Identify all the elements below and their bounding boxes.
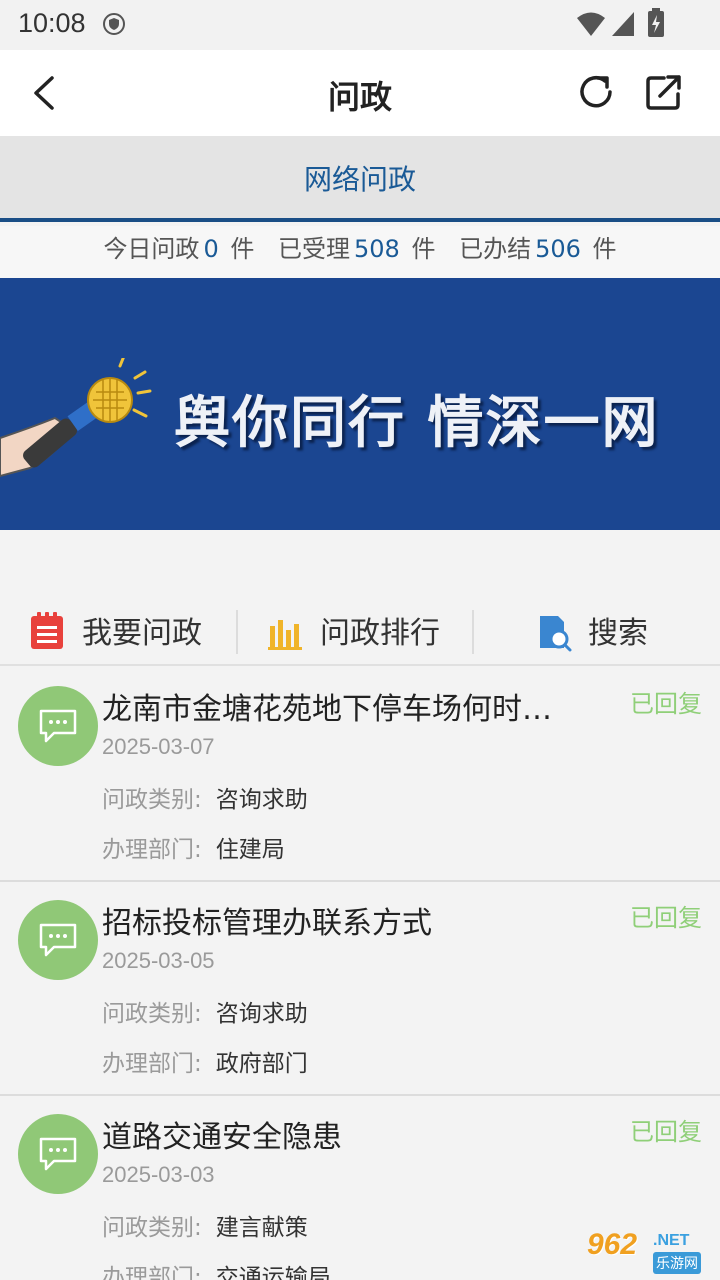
department-value: 政府部门 [215, 1051, 308, 1077]
divider [236, 610, 238, 654]
search-button[interactable]: 搜索 [536, 590, 696, 666]
stat-resolved: 已办结 506 件 [459, 235, 616, 263]
stat-resolved-label: 已办结 [459, 235, 532, 263]
status-badge: 已回复 [630, 904, 702, 932]
site-watermark: 962 .NET 乐游网 [583, 1226, 717, 1280]
search-doc-icon [540, 616, 572, 652]
stat-today-count: 0 [203, 235, 219, 263]
form-icon [31, 612, 63, 649]
department-value: 交通运输局 [215, 1265, 331, 1280]
watermark-net: .NET [653, 1232, 690, 1249]
battery-charging-icon [648, 8, 664, 37]
avatar [18, 1114, 98, 1194]
tab-title: 网络问政 [303, 163, 416, 196]
item-category: 问政类别: 咨询求助 [102, 994, 308, 1028]
category-label: 问政类别: [102, 1215, 202, 1241]
department-label: 办理部门: [102, 1265, 202, 1280]
item-category: 问政类别: 咨询求助 [102, 780, 308, 814]
ranking-label: 问政排行 [320, 616, 440, 651]
department-label: 办理部门: [102, 837, 202, 863]
action-bar: 我要问政 问政排行 搜索 [0, 590, 720, 666]
category-label: 问政类别: [102, 1001, 202, 1027]
refresh-icon[interactable] [574, 70, 618, 114]
list-item[interactable]: 招标投标管理办联系方式 已回复 2025-03-05 问政类别: 咨询求助 办理部… [0, 882, 720, 1096]
stat-accepted: 已受理 508 件 [278, 235, 435, 263]
status-badge: 已回复 [630, 690, 702, 718]
promo-banner[interactable]: 舆你同行 情深一网 [0, 278, 720, 530]
item-department: 办理部门: 政府部门 [102, 1044, 308, 1078]
stat-unit: 件 [411, 235, 436, 263]
item-department: 办理部门: 交通运输局 [102, 1258, 331, 1280]
stat-today: 今日问政 0 件 [103, 235, 254, 263]
watermark-number: 962 [587, 1228, 638, 1261]
stat-accepted-label: 已受理 [278, 235, 350, 263]
chat-bubble-icon [39, 709, 77, 743]
category-label: 问政类别: [102, 787, 202, 813]
avatar [18, 686, 98, 766]
inquiry-list: 龙南市金塘花苑地下停车场何时开放 已回复 2025-03-07 问政类别: 咨询求… [0, 668, 720, 1280]
stat-accepted-count: 508 [354, 235, 400, 263]
item-department: 办理部门: 住建局 [102, 830, 285, 864]
wifi-icon [577, 12, 605, 36]
item-title: 道路交通安全隐患 [102, 1120, 342, 1155]
item-title: 招标投标管理办联系方式 [102, 906, 432, 941]
stat-unit: 件 [592, 235, 617, 263]
item-date: 2025-03-05 [102, 948, 215, 973]
status-badge: 已回复 [630, 1118, 702, 1146]
category-value: 咨询求助 [215, 1001, 308, 1027]
department-value: 住建局 [215, 837, 285, 863]
item-date: 2025-03-03 [102, 1162, 215, 1187]
ranking-button[interactable]: 问政排行 [266, 590, 472, 666]
watermark-sub: 乐游网 [653, 1252, 701, 1274]
ask-question-button[interactable]: 我要问政 [28, 590, 238, 666]
stats-summary: 今日问政 0 件 已受理 508 件 已办结 506 件 [0, 226, 720, 278]
department-label: 办理部门: [102, 1051, 202, 1077]
share-external-icon[interactable] [642, 70, 686, 114]
ask-question-label: 我要问政 [82, 616, 202, 651]
item-title: 龙南市金塘花苑地下停车场何时开放 [102, 692, 572, 727]
list-item[interactable]: 龙南市金塘花苑地下停车场何时开放 已回复 2025-03-07 问政类别: 咨询求… [0, 668, 720, 882]
stat-today-label: 今日问政 [103, 235, 200, 263]
stat-resolved-count: 506 [535, 235, 581, 263]
app-root: 10:08 问政 网络问政 今日问政 0 件 已受理 508 件 已办结 506… [0, 0, 720, 1280]
status-time: 10:08 [18, 8, 86, 38]
item-date: 2025-03-07 [102, 734, 215, 759]
shield-icon [103, 13, 125, 35]
chat-bubble-icon [39, 1137, 77, 1171]
category-value: 咨询求助 [215, 787, 308, 813]
category-value: 建言献策 [215, 1215, 308, 1241]
banner-slogan: 舆你同行 情深一网 [174, 390, 660, 456]
stat-unit: 件 [230, 235, 255, 263]
search-label: 搜索 [588, 616, 648, 651]
avatar [18, 900, 98, 980]
cellular-signal-icon [612, 12, 634, 36]
bar-chart-icon [268, 620, 302, 650]
divider [472, 610, 474, 654]
tab-network-inquiry[interactable]: 网络问政 [0, 136, 720, 222]
microphone-hand-icon [0, 358, 152, 478]
item-category: 问政类别: 建言献策 [102, 1208, 308, 1242]
status-bar: 10:08 [0, 0, 720, 50]
chat-bubble-icon [39, 923, 77, 957]
top-app-bar: 问政 [0, 50, 720, 136]
